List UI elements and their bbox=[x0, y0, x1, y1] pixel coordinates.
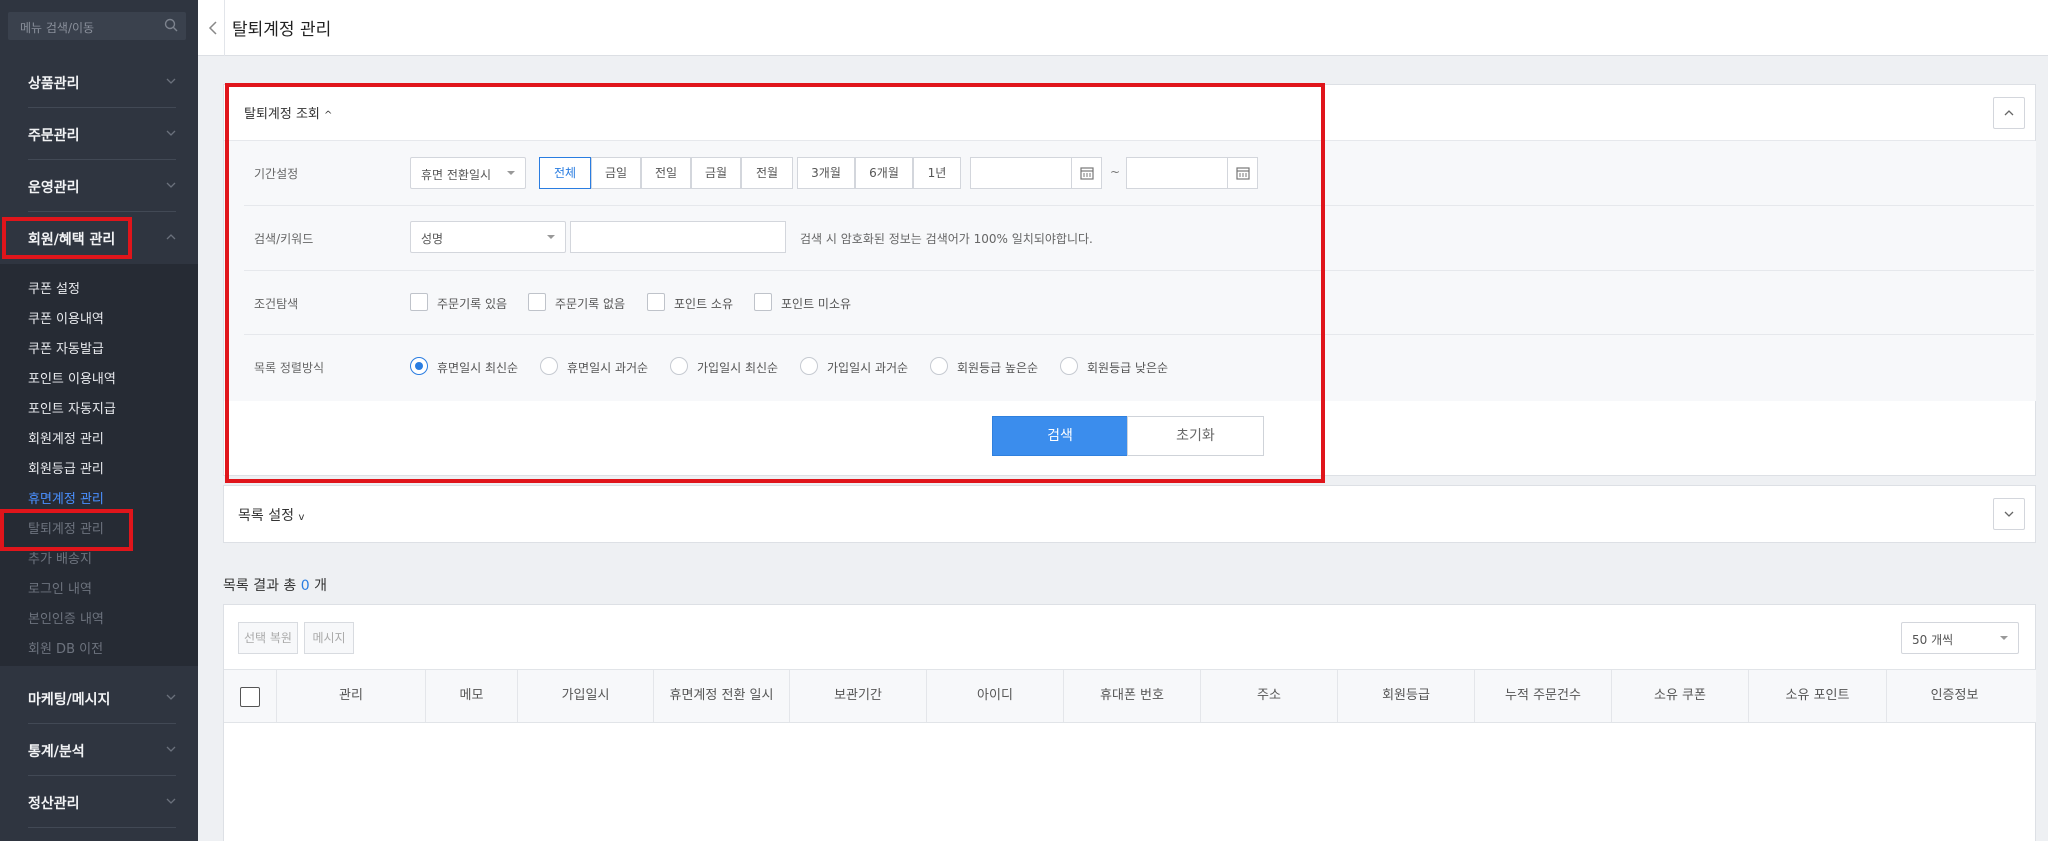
sidebar-group-label: 상품관리 bbox=[28, 76, 80, 92]
chevron-up-icon bbox=[2004, 110, 2014, 116]
search-icon[interactable] bbox=[164, 18, 178, 32]
submenu-verification-history[interactable]: 본인인증 내역 bbox=[28, 608, 104, 627]
submenu-member-accounts[interactable]: 회원계정 관리 bbox=[28, 428, 104, 447]
column-header-retention[interactable]: 보관기간 bbox=[789, 670, 926, 722]
restore-selected-button[interactable]: 선택 복원 bbox=[238, 622, 298, 654]
highlight-box-filter-panel bbox=[225, 83, 1325, 483]
sidebar-group-products[interactable]: 상품관리 bbox=[0, 56, 198, 108]
message-button[interactable]: 메시지 bbox=[304, 622, 354, 654]
collapse-button[interactable] bbox=[1993, 97, 2025, 129]
menu-search-input[interactable]: 메뉴 검색/이동 bbox=[8, 12, 186, 40]
chevron-down-icon bbox=[166, 130, 176, 136]
submenu-point-history[interactable]: 포인트 이용내역 bbox=[28, 368, 116, 387]
submenu-coupon-settings[interactable]: 쿠폰 설정 bbox=[28, 278, 80, 297]
column-header-order-count[interactable]: 누적 주문건수 bbox=[1474, 670, 1611, 722]
chevron-up-icon bbox=[166, 234, 176, 240]
sidebar-group-settlement[interactable]: 정산관리 bbox=[0, 776, 198, 828]
submenu-login-history[interactable]: 로그인 내역 bbox=[28, 578, 92, 597]
result-count: 목록 결과 총 0 개 bbox=[223, 578, 328, 594]
period-option-all[interactable]: 전체 bbox=[539, 157, 591, 189]
select-all-checkbox[interactable] bbox=[240, 687, 260, 707]
sidebar-group-statistics[interactable]: 통계/분석 bbox=[0, 724, 198, 776]
submenu-coupon-auto-issue[interactable]: 쿠폰 자동발급 bbox=[28, 338, 104, 357]
sidebar-group-orders[interactable]: 주문관리 bbox=[0, 108, 198, 160]
table-header: 관리 메모 가입일시 휴면계정 전환 일시 보관기간 아이디 휴대폰 번호 주소… bbox=[224, 669, 2036, 723]
sidebar-group-label: 주문관리 bbox=[28, 128, 80, 144]
column-header-memo[interactable]: 메모 bbox=[425, 670, 517, 722]
sidebar-group-operations[interactable]: 운영관리 bbox=[0, 160, 198, 212]
divider bbox=[224, 0, 225, 56]
list-settings-title: 목록 설정 v bbox=[238, 508, 305, 524]
page-size-value: 50 개씩 bbox=[1912, 633, 1954, 647]
column-header-points[interactable]: 소유 포인트 bbox=[1748, 670, 1886, 722]
menu-search-placeholder: 메뉴 검색/이동 bbox=[20, 21, 95, 35]
list-settings-panel[interactable]: 목록 설정 v bbox=[223, 485, 2036, 543]
column-header-phone[interactable]: 휴대폰 번호 bbox=[1063, 670, 1200, 722]
submenu-member-grades[interactable]: 회원등급 관리 bbox=[28, 458, 104, 477]
column-header-dormant-date[interactable]: 휴면계정 전환 일시 bbox=[653, 670, 789, 722]
chevron-down-icon bbox=[166, 746, 176, 752]
sidebar-group-label: 통계/분석 bbox=[28, 744, 85, 760]
sidebar: 메뉴 검색/이동 상품관리 주문관리 운영관리 회원/혜택 관리 쿠폰 설정 쿠… bbox=[0, 0, 198, 841]
highlight-box-members-group bbox=[2, 217, 132, 259]
page-title: 탈퇴계정 관리 bbox=[232, 20, 332, 40]
column-header-user-id[interactable]: 아이디 bbox=[926, 670, 1063, 722]
column-header-coupons[interactable]: 소유 쿠폰 bbox=[1611, 670, 1748, 722]
column-header-join-date[interactable]: 가입일시 bbox=[517, 670, 653, 722]
chevron-down-icon bbox=[2004, 511, 2014, 517]
chevron-down-icon bbox=[166, 78, 176, 84]
results-table-panel: 선택 복원 메시지 50 개씩 관리 메모 가입일시 휴면계정 전환 일시 보관… bbox=[223, 604, 2036, 841]
page-size-select[interactable]: 50 개씩 bbox=[1901, 622, 2019, 654]
sidebar-submenu: 쿠폰 설정 쿠폰 이용내역 쿠폰 자동발급 포인트 이용내역 포인트 자동지급 … bbox=[0, 264, 198, 666]
chevron-left-icon[interactable] bbox=[206, 18, 220, 38]
caret-down-icon bbox=[2000, 636, 2008, 640]
divider bbox=[28, 827, 176, 828]
sidebar-group-label: 마케팅/메시지 bbox=[28, 692, 111, 708]
column-header-verification[interactable]: 인증정보 bbox=[1886, 670, 2022, 722]
column-header-grade[interactable]: 회원등급 bbox=[1337, 670, 1474, 722]
submenu-coupon-history[interactable]: 쿠폰 이용내역 bbox=[28, 308, 104, 327]
column-header-manage[interactable]: 관리 bbox=[276, 670, 425, 722]
chevron-down-icon bbox=[166, 798, 176, 804]
sidebar-group-marketing[interactable]: 마케팅/메시지 bbox=[0, 672, 198, 724]
chevron-down-icon bbox=[166, 182, 176, 188]
sidebar-group-label: 정산관리 bbox=[28, 796, 80, 812]
submenu-point-auto-give[interactable]: 포인트 자동지급 bbox=[28, 398, 116, 417]
submenu-member-db-migration[interactable]: 회원 DB 이전 bbox=[28, 638, 103, 657]
expand-button[interactable] bbox=[1993, 498, 2025, 530]
sidebar-group-label: 운영관리 bbox=[28, 180, 80, 196]
highlight-box-withdrawn-item bbox=[0, 509, 133, 551]
submenu-dormant-accounts[interactable]: 휴면계정 관리 bbox=[28, 488, 104, 507]
chevron-down-icon bbox=[166, 694, 176, 700]
column-header-address[interactable]: 주소 bbox=[1200, 670, 1337, 722]
top-bar: 탈퇴계정 관리 bbox=[198, 0, 2048, 56]
result-count-number: 0 bbox=[300, 578, 310, 594]
